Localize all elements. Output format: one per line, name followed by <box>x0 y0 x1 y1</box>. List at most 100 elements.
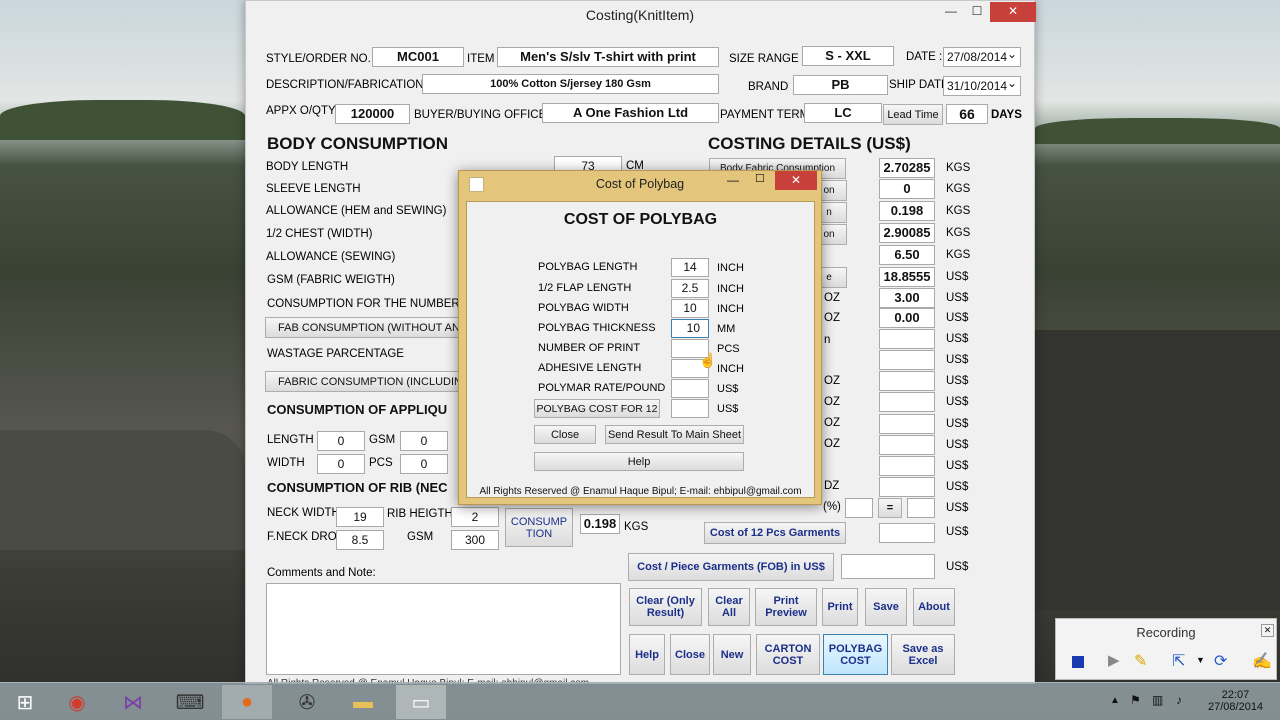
minimize-button[interactable]: — <box>938 2 964 22</box>
tray-clock[interactable]: 22:07 27/08/2014 <box>1208 689 1263 713</box>
qty-input[interactable]: 120000 <box>335 104 410 124</box>
size-input[interactable]: S - XXL <box>802 46 894 66</box>
shipdate-picker[interactable]: 31/10/2014 <box>943 74 1021 96</box>
dialog-close-icon[interactable]: ✕ <box>775 171 817 190</box>
edit-icon[interactable]: ✍ <box>1252 651 1272 671</box>
cost-extra-input-2[interactable] <box>879 350 935 370</box>
chrome-icon[interactable]: ◉ <box>52 685 102 719</box>
start-button-icon[interactable]: ⊞ <box>0 685 50 719</box>
connection-icon[interactable]: ▥ <box>1152 693 1163 707</box>
media-player-icon[interactable]: ✇ <box>282 685 332 719</box>
network-icon[interactable]: ⚑ <box>1130 693 1141 707</box>
scanner-icon[interactable]: ⌨ <box>165 685 215 719</box>
carton-cost-button[interactable]: CARTON COST <box>756 634 820 675</box>
new-button[interactable]: New <box>713 634 751 675</box>
export-icon[interactable]: ⇱ <box>1172 651 1185 671</box>
dialog-row-input[interactable]: 14 <box>671 258 709 277</box>
close-window-button[interactable]: ✕ <box>990 2 1036 22</box>
lead-time-button[interactable]: Lead Time <box>883 104 943 125</box>
cost-value-3[interactable]: 0.198 <box>879 201 935 221</box>
visual-studio-icon[interactable]: ⋈ <box>108 685 158 719</box>
applique-length-input[interactable]: 0 <box>317 431 365 451</box>
dropdown-arrow-icon[interactable]: ▼ <box>1196 655 1205 665</box>
cost-value-7[interactable]: 3.00 <box>879 288 935 308</box>
stop-icon[interactable] <box>1072 656 1084 668</box>
lead-time-input[interactable]: 66 <box>946 104 988 124</box>
cost-value-6[interactable]: 18.8555 <box>879 267 935 287</box>
comments-textarea[interactable] <box>266 583 621 675</box>
polybag-cost-button[interactable]: POLYBAG COST <box>823 634 888 675</box>
volume-icon[interactable]: ♪ <box>1176 693 1182 707</box>
about-button[interactable]: About <box>913 588 955 626</box>
tray-arrow-icon[interactable]: ▲ <box>1110 695 1120 706</box>
dialog-row-input[interactable] <box>671 379 709 398</box>
cost-extra-unit-5: US$ <box>946 418 969 430</box>
file-explorer-icon[interactable]: ▬ <box>338 685 388 719</box>
applique-pcs-input[interactable]: 0 <box>400 454 448 474</box>
dialog-maximize-button[interactable]: ☐ <box>755 172 765 185</box>
cost-extra-input-1[interactable] <box>879 329 935 349</box>
cost-extra-input-4[interactable] <box>879 392 935 412</box>
style-input[interactable]: MC001 <box>372 47 464 67</box>
rib-result-input[interactable]: 0.198 <box>580 514 620 534</box>
polybag-cost-12-button[interactable]: POLYBAG COST FOR 12 <box>534 399 660 418</box>
equals-button[interactable]: = <box>878 498 902 518</box>
help-button[interactable]: Help <box>629 634 665 675</box>
pct-result-input[interactable] <box>907 498 935 518</box>
save-excel-button[interactable]: Save as Excel <box>891 634 955 675</box>
rib-gsm-input[interactable]: 300 <box>451 530 499 550</box>
rib-consumption-button[interactable]: CONSUMP TION <box>505 508 573 547</box>
cost-extra-input-5[interactable] <box>879 414 935 434</box>
rib-height-input[interactable]: 2 <box>451 507 499 527</box>
recording-close-icon[interactable]: ✕ <box>1261 624 1274 637</box>
cost-12pcs-button[interactable]: Cost of 12 Pcs Garments <box>704 522 846 544</box>
dialog-close-button[interactable]: Close <box>534 425 596 444</box>
polybag-cost-input[interactable] <box>671 399 709 418</box>
dialog-minimize-button[interactable]: — <box>727 173 739 187</box>
desc-input[interactable]: 100% Cotton S/jersey 180 Gsm <box>422 74 719 94</box>
cost-extra-input-6[interactable] <box>879 435 935 455</box>
cost-value-2[interactable]: 0 <box>879 179 935 199</box>
cost-value-1[interactable]: 2.70285 <box>879 158 935 178</box>
dialog-row-input[interactable]: 2.5 <box>671 279 709 298</box>
brand-input[interactable]: PB <box>793 75 888 95</box>
cost-value-5[interactable]: 6.50 <box>879 245 935 265</box>
neck-width-input[interactable]: 19 <box>336 507 384 527</box>
fabric-consumption-button[interactable]: FABRIC CONSUMPTION (INCLUDING W <box>265 371 460 392</box>
dialog-row-input[interactable]: 10 <box>671 299 709 318</box>
payment-input[interactable]: LC <box>804 103 882 123</box>
costing-app-icon[interactable]: ▭ <box>396 685 446 719</box>
print-button[interactable]: Print <box>822 588 858 626</box>
applique-width-input[interactable]: 0 <box>317 454 365 474</box>
applique-gsm-input[interactable]: 0 <box>400 431 448 451</box>
firefox-icon[interactable]: ● <box>222 685 272 719</box>
dialog-row-input[interactable]: 10 <box>671 319 709 338</box>
cost-value-4[interactable]: 2.90085 <box>879 223 935 243</box>
dialog-row-unit: INCH <box>717 363 744 375</box>
cost-value-8[interactable]: 0.00 <box>879 308 935 328</box>
save-button[interactable]: Save <box>865 588 907 626</box>
open-folder-icon[interactable]: ✎ <box>1134 651 1147 671</box>
send-result-button[interactable]: Send Result To Main Sheet <box>605 425 744 444</box>
dialog-help-button[interactable]: Help <box>534 452 744 471</box>
maximize-button[interactable]: ☐ <box>964 2 990 22</box>
close-button[interactable]: Close <box>670 634 710 675</box>
fob-button[interactable]: Cost / Piece Garments (FOB) in US$ <box>628 553 834 581</box>
fab-consumption-button[interactable]: FAB CONSUMPTION (WITHOUT ANY W <box>265 317 460 338</box>
pct-input[interactable] <box>845 498 873 518</box>
cost-extra-input-8[interactable] <box>879 477 935 497</box>
size-label: SIZE RANGE <box>729 53 799 65</box>
cost-extra-input-3[interactable] <box>879 371 935 391</box>
cost-extra-input-7[interactable] <box>879 456 935 476</box>
print-preview-button[interactable]: Print Preview <box>755 588 817 626</box>
fob-input[interactable] <box>841 554 935 579</box>
cost-12pcs-input[interactable] <box>879 523 935 543</box>
clear-only-result-button[interactable]: Clear (Only Result) <box>629 588 702 626</box>
buyer-input[interactable]: A One Fashion Ltd <box>542 103 719 123</box>
date-picker[interactable]: 27/08/2014 <box>943 45 1021 67</box>
fneck-drop-input[interactable]: 8.5 <box>336 530 384 550</box>
clear-all-button[interactable]: Clear All <box>708 588 750 626</box>
settings-icon[interactable]: ⟳ <box>1214 651 1227 671</box>
item-input[interactable]: Men's S/slv T-shirt with print <box>497 47 719 67</box>
play-icon[interactable]: ▶ <box>1108 651 1120 669</box>
